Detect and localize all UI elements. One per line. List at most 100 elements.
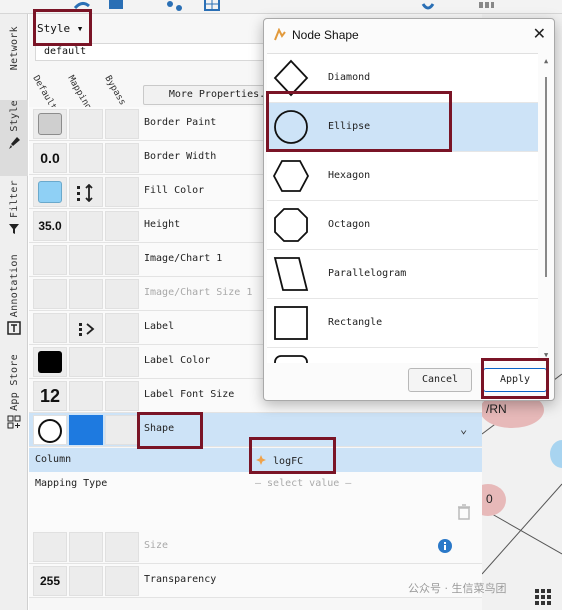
mapping-cell[interactable] xyxy=(69,211,103,241)
shape-item-parallelogram[interactable]: Parallelogram xyxy=(267,250,538,299)
style-dropdown[interactable]: Style ▾ xyxy=(37,22,83,35)
default-cell[interactable]: 0.0 xyxy=(33,143,67,173)
tab-network-label: Network xyxy=(8,26,20,71)
bypass-cell[interactable] xyxy=(105,211,139,241)
property-name: Label Color xyxy=(144,355,211,366)
bypass-cell[interactable] xyxy=(105,177,139,207)
tab-style[interactable]: Style xyxy=(0,100,28,176)
tab-filter[interactable]: Filter xyxy=(0,180,28,250)
default-cell[interactable]: 255 xyxy=(33,566,67,596)
mapping-cell[interactable] xyxy=(69,532,103,562)
node-label: /RN xyxy=(486,402,507,416)
mapping-cell[interactable] xyxy=(69,143,103,173)
info-icon[interactable] xyxy=(438,539,452,553)
hexagon-shape-icon xyxy=(272,160,310,192)
default-cell[interactable] xyxy=(33,313,67,343)
property-name: Shape xyxy=(144,423,175,434)
mapping-type-select[interactable]: — select value — xyxy=(255,478,475,489)
bypass-cell[interactable] xyxy=(105,347,139,377)
shape-list[interactable]: Diamond Ellipse Hexagon Octagon Parallel… xyxy=(267,53,538,363)
grid-view-icon[interactable] xyxy=(534,588,552,606)
default-cell[interactable]: 12 xyxy=(33,381,67,411)
mapping-cell[interactable] xyxy=(69,245,103,275)
mapping-cell[interactable] xyxy=(69,313,103,343)
default-cell[interactable] xyxy=(33,279,67,309)
close-icon[interactable]: ✕ xyxy=(533,24,546,44)
round-rectangle-shape-icon xyxy=(274,355,308,363)
default-cell[interactable] xyxy=(33,245,67,275)
bypass-cell[interactable] xyxy=(105,143,139,173)
property-name: Size xyxy=(144,540,169,551)
bypass-cell[interactable] xyxy=(105,566,139,596)
app-store-icon xyxy=(7,415,21,429)
mapping-type-row[interactable]: Mapping Type — select value — xyxy=(29,472,482,496)
mapping-cell[interactable] xyxy=(69,347,103,377)
shape-name: Rectangle xyxy=(328,317,383,328)
cancel-button[interactable]: Cancel xyxy=(408,368,472,392)
bypass-cell[interactable] xyxy=(105,532,139,562)
apply-button[interactable]: Apply xyxy=(483,368,547,392)
bypass-cell[interactable] xyxy=(105,415,139,445)
shape-item-rectangle[interactable]: Rectangle xyxy=(267,299,538,348)
mapping-type-label: Mapping Type xyxy=(35,478,108,489)
default-cell[interactable] xyxy=(33,415,67,445)
main-toolbar xyxy=(0,0,562,14)
property-name: Height xyxy=(144,219,181,230)
app-logo-icon xyxy=(274,28,286,41)
table-icon[interactable] xyxy=(204,0,220,12)
mapping-cell[interactable] xyxy=(69,381,103,411)
side-tab-strip: Network Style Filter Annotation App Stor… xyxy=(0,14,28,610)
property-row-shape[interactable]: Shape ⌄ xyxy=(29,413,482,447)
default-cell[interactable] xyxy=(33,532,67,562)
network-node[interactable] xyxy=(550,440,562,468)
trash-icon[interactable] xyxy=(457,504,471,520)
mapping-cell[interactable] xyxy=(69,177,103,207)
bypass-cell[interactable] xyxy=(105,381,139,411)
label-color-swatch xyxy=(38,351,62,373)
open-session-icon[interactable] xyxy=(74,0,90,12)
default-cell[interactable] xyxy=(33,177,67,207)
property-name: Label Font Size xyxy=(144,389,235,400)
scrollbar-thumb[interactable] xyxy=(545,77,547,277)
property-row-size[interactable]: Size xyxy=(29,530,482,564)
mapping-cell[interactable] xyxy=(69,109,103,139)
property-name: Fill Color xyxy=(144,185,205,196)
column-type-icon xyxy=(256,455,266,465)
tab-app-store[interactable]: App Store xyxy=(0,354,28,446)
shape-item-hexagon[interactable]: Hexagon xyxy=(267,152,538,201)
scroll-up-icon[interactable]: ▲ xyxy=(544,57,548,65)
default-cell[interactable]: 35.0 xyxy=(33,211,67,241)
default-cell[interactable] xyxy=(33,109,67,139)
mapping-actions xyxy=(29,496,482,530)
shape-item-octagon[interactable]: Octagon xyxy=(267,201,538,250)
chevron-down-icon: ▾ xyxy=(76,22,84,35)
shape-mapping-cell[interactable] xyxy=(69,415,103,445)
tab-annotation[interactable]: Annotation xyxy=(0,254,28,346)
property-name: Image/Chart Size 1 xyxy=(144,287,253,298)
mapping-cell[interactable] xyxy=(69,279,103,309)
share-icon[interactable] xyxy=(166,0,182,12)
bypass-cell[interactable] xyxy=(105,245,139,275)
shape-item-partial[interactable] xyxy=(267,348,538,363)
annotation-icon xyxy=(7,321,21,335)
shape-name: Ellipse xyxy=(328,121,371,132)
tab-network[interactable]: Network xyxy=(0,26,28,96)
bypass-cell[interactable] xyxy=(105,313,139,343)
bypass-cell[interactable] xyxy=(105,109,139,139)
refresh-icon[interactable] xyxy=(420,0,436,12)
shape-item-diamond[interactable]: Diamond xyxy=(267,54,538,103)
default-cell[interactable] xyxy=(33,347,67,377)
mapping-column-row[interactable]: Column logFC xyxy=(29,448,482,472)
filter-icon xyxy=(9,223,19,234)
list-scrollbar[interactable]: ▲ ▼ xyxy=(541,53,551,363)
shape-name: Octagon xyxy=(328,219,371,230)
mapping-cell[interactable] xyxy=(69,566,103,596)
chevron-down-icon[interactable]: ⌄ xyxy=(460,422,467,436)
layout-icon[interactable] xyxy=(478,0,494,12)
shape-item-ellipse[interactable]: Ellipse xyxy=(267,103,538,152)
bypass-cell[interactable] xyxy=(105,279,139,309)
mapping-column-value[interactable]: logFC xyxy=(255,454,475,467)
save-icon[interactable] xyxy=(108,0,124,12)
scroll-down-icon[interactable]: ▼ xyxy=(544,351,548,359)
mapping-column-label: Column xyxy=(35,454,72,465)
